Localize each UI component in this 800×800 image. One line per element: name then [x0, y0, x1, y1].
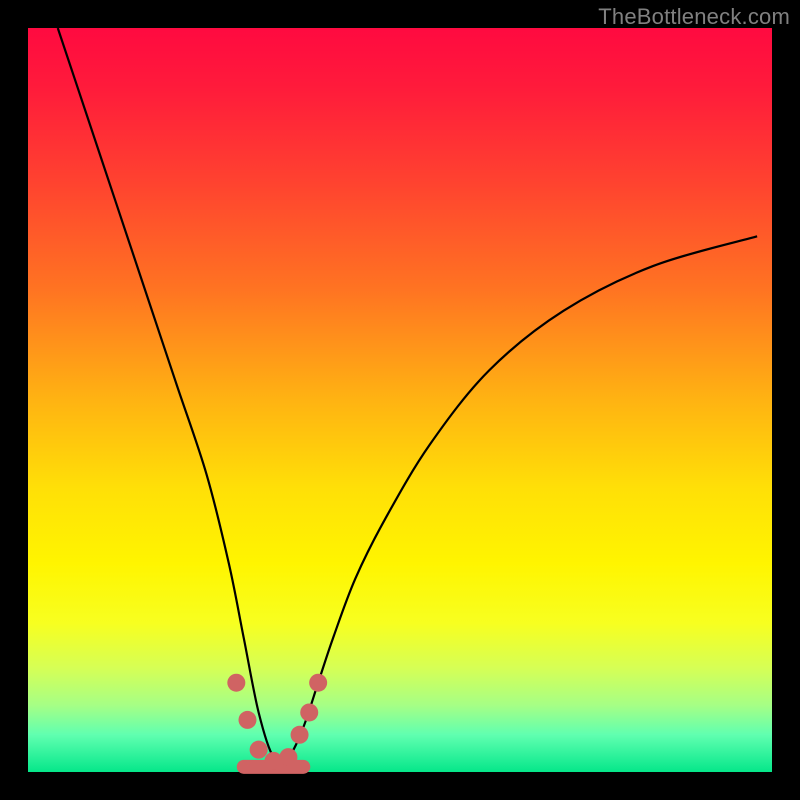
highlight-dot [291, 726, 309, 744]
bottleneck-chart [0, 0, 800, 800]
highlight-dot [309, 674, 327, 692]
highlight-dot [279, 748, 297, 766]
watermark-text: TheBottleneck.com [598, 4, 790, 30]
highlight-dot [250, 741, 268, 759]
plot-area [28, 28, 772, 772]
highlight-dot [300, 703, 318, 721]
chart-container: TheBottleneck.com [0, 0, 800, 800]
highlight-dot [238, 711, 256, 729]
highlight-dot [227, 674, 245, 692]
